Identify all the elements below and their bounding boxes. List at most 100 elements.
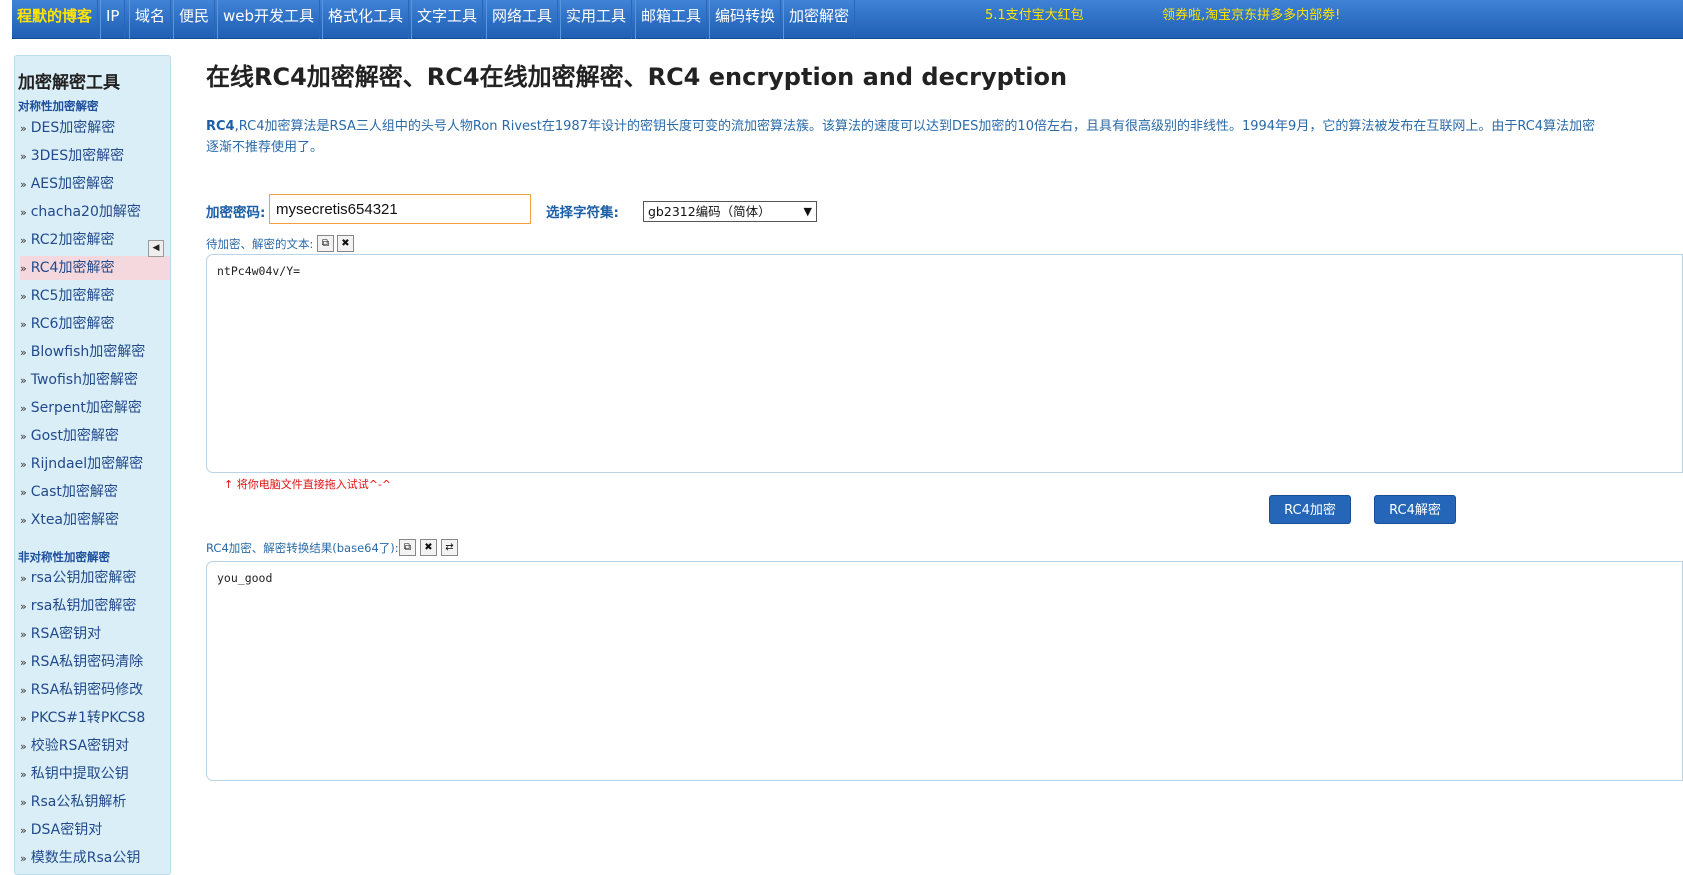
sidebar-item-asym-0[interactable]: » rsa公钥加密解密 bbox=[20, 566, 170, 590]
chevron-right-icon: » bbox=[20, 430, 27, 443]
sidebar-item-label: RC5加密解密 bbox=[30, 288, 115, 304]
sidebar-item-sym-13[interactable]: » Cast加密解密 bbox=[20, 480, 170, 504]
chevron-right-icon: » bbox=[20, 684, 27, 697]
sidebar-item-asym-3[interactable]: » RSA私钥密码清除 bbox=[20, 650, 170, 674]
chevron-right-icon: » bbox=[20, 628, 27, 641]
copy-input-button[interactable]: ⧉ bbox=[317, 235, 334, 252]
main-content: 在线RC4加密解密、RC4在线加密解密、RC4 encryption and d… bbox=[206, 0, 1683, 859]
rc4-decrypt-button[interactable]: RC4解密 bbox=[1374, 495, 1456, 524]
copy-icon: ⧉ bbox=[321, 238, 330, 249]
chevron-right-icon: » bbox=[20, 402, 27, 415]
rc4-encrypt-button[interactable]: RC4加密 bbox=[1269, 495, 1351, 524]
sidebar-item-sym-14[interactable]: » Xtea加密解密 bbox=[20, 508, 170, 532]
sidebar-item-label: DES加密解密 bbox=[30, 120, 116, 136]
sidebar-item-label: RC6加密解密 bbox=[30, 316, 115, 332]
sidebar-item-sym-6[interactable]: » RC5加密解密 bbox=[20, 284, 170, 308]
sidebar-item-sym-0[interactable]: » DES加密解密 bbox=[20, 116, 170, 140]
sidebar-item-label: RSA私钥密码清除 bbox=[30, 654, 144, 670]
result-text-area[interactable]: you_good bbox=[206, 561, 1683, 781]
sidebar-item-label: RC4加密解密 bbox=[30, 260, 115, 276]
input-text-label: 待加密、解密的文本: bbox=[206, 237, 314, 251]
swap-icon: ⇄ bbox=[445, 542, 454, 553]
charset-selected-value: gb2312编码（简体） bbox=[648, 204, 771, 219]
sidebar-item-sym-9[interactable]: » Twofish加密解密 bbox=[20, 368, 170, 392]
chevron-right-icon: » bbox=[20, 346, 27, 359]
sidebar-item-sym-2[interactable]: » AES加密解密 bbox=[20, 172, 170, 196]
chevron-right-icon: » bbox=[20, 206, 27, 219]
chevron-right-icon: » bbox=[20, 768, 27, 781]
swap-result-button[interactable]: ⇄ bbox=[441, 539, 458, 556]
sidebar-item-sym-8[interactable]: » Blowfish加密解密 bbox=[20, 340, 170, 364]
sidebar-item-asym-6[interactable]: » 校验RSA密钥对 bbox=[20, 734, 170, 758]
sidebar-item-sym-5[interactable]: » RC4加密解密 bbox=[20, 256, 170, 280]
chevron-right-icon: » bbox=[20, 824, 27, 837]
chevron-down-icon: ▼ bbox=[803, 205, 812, 218]
sidebar-item-label: 模数生成Rsa公钥 bbox=[30, 850, 141, 866]
sidebar-item-label: RC2加密解密 bbox=[30, 232, 115, 248]
charset-label: 选择字符集: bbox=[546, 205, 619, 221]
sidebar-item-label: RSA私钥密码修改 bbox=[30, 682, 144, 698]
sidebar: 加密解密工具 对称性加密解密 » DES加密解密» 3DES加密解密» AES加密解密… bbox=[14, 55, 171, 875]
charset-select[interactable]: gb2312编码（简体） ▼ bbox=[643, 201, 817, 222]
clear-input-button[interactable]: ✖ bbox=[337, 235, 354, 252]
sidebar-item-sym-1[interactable]: » 3DES加密解密 bbox=[20, 144, 170, 168]
chevron-right-icon: » bbox=[20, 318, 27, 331]
sidebar-item-sym-3[interactable]: » chacha20加解密 bbox=[20, 200, 170, 224]
chevron-right-icon: » bbox=[20, 374, 27, 387]
sidebar-item-asym-2[interactable]: » RSA密钥对 bbox=[20, 622, 170, 646]
chevron-right-icon: » bbox=[20, 122, 27, 135]
drag-file-hint: ↑ 将你电脑文件直接拖入试试^-^ bbox=[224, 478, 392, 491]
result-label: RC4加密、解密转换结果(base64了): bbox=[206, 541, 399, 555]
chevron-right-icon: » bbox=[20, 262, 27, 275]
sidebar-item-label: 私钥中提取公钥 bbox=[30, 766, 129, 782]
chevron-right-icon: » bbox=[20, 178, 27, 191]
sidebar-item-asym-10[interactable]: » 模数生成Rsa公钥 bbox=[20, 846, 170, 870]
sidebar-item-sym-7[interactable]: » RC6加密解密 bbox=[20, 312, 170, 336]
sidebar-item-sym-11[interactable]: » Gost加密解密 bbox=[20, 424, 170, 448]
sidebar-item-asym-9[interactable]: » DSA密钥对 bbox=[20, 818, 170, 842]
sidebar-section-asymmetric: 非对称性加密解密 bbox=[18, 550, 110, 564]
site-brand-link[interactable]: 程默的博客 bbox=[12, 0, 99, 39]
sidebar-item-label: Cast加密解密 bbox=[30, 484, 118, 500]
sidebar-item-asym-4[interactable]: » RSA私钥密码修改 bbox=[20, 678, 170, 702]
key-label: 加密密码: bbox=[206, 205, 266, 221]
nav-ip[interactable]: IP bbox=[100, 0, 126, 39]
sidebar-item-label: AES加密解密 bbox=[30, 176, 115, 192]
source-text-area[interactable]: ntPc4w04v/Y= bbox=[206, 254, 1683, 473]
sidebar-item-label: RSA密钥对 bbox=[30, 626, 102, 642]
copy-result-button[interactable]: ⧉ bbox=[399, 539, 416, 556]
chevron-right-icon: » bbox=[20, 740, 27, 753]
description-lead: RC4 bbox=[206, 119, 235, 134]
chevron-right-icon: » bbox=[20, 572, 27, 585]
chevron-right-icon: » bbox=[20, 234, 27, 247]
sidebar-item-label: Gost加密解密 bbox=[30, 428, 119, 444]
close-icon: ✖ bbox=[424, 542, 433, 553]
sidebar-section-symmetric: 对称性加密解密 bbox=[18, 99, 99, 113]
sidebar-item-label: 校验RSA密钥对 bbox=[30, 738, 130, 754]
sidebar-item-sym-10[interactable]: » Serpent加密解密 bbox=[20, 396, 170, 420]
chevron-right-icon: » bbox=[20, 600, 27, 613]
sidebar-title: 加密解密工具 bbox=[18, 73, 120, 93]
chevron-right-icon: » bbox=[20, 656, 27, 669]
chevron-right-icon: » bbox=[20, 712, 27, 725]
nav-domain[interactable]: 域名 bbox=[129, 0, 172, 39]
sidebar-item-sym-12[interactable]: » Rijndael加密解密 bbox=[20, 452, 170, 476]
sidebar-item-asym-5[interactable]: » PKCS#1转PKCS8 bbox=[20, 706, 170, 730]
sidebar-item-asym-8[interactable]: » Rsa公私钥解析 bbox=[20, 790, 170, 814]
chevron-right-icon: » bbox=[20, 458, 27, 471]
sidebar-item-label: rsa公钥加密解密 bbox=[30, 570, 137, 586]
clear-result-button[interactable]: ✖ bbox=[420, 539, 437, 556]
sidebar-item-label: DSA密钥对 bbox=[30, 822, 103, 838]
sidebar-item-asym-1[interactable]: » rsa私钥加密解密 bbox=[20, 594, 170, 618]
chevron-right-icon: » bbox=[20, 150, 27, 163]
sidebar-item-label: Twofish加密解密 bbox=[30, 372, 138, 388]
sidebar-item-label: 3DES加密解密 bbox=[30, 148, 125, 164]
sidebar-item-label: Blowfish加密解密 bbox=[30, 344, 146, 360]
chevron-right-icon: » bbox=[20, 486, 27, 499]
sidebar-item-asym-7[interactable]: » 私钥中提取公钥 bbox=[20, 762, 170, 786]
sidebar-collapse-button[interactable]: ◀ bbox=[148, 240, 164, 257]
sidebar-item-label: chacha20加解密 bbox=[30, 204, 141, 220]
password-input[interactable] bbox=[269, 194, 531, 224]
page-title: 在线RC4加密解密、RC4在线加密解密、RC4 encryption and d… bbox=[206, 63, 1068, 91]
chevron-right-icon: » bbox=[20, 514, 27, 527]
